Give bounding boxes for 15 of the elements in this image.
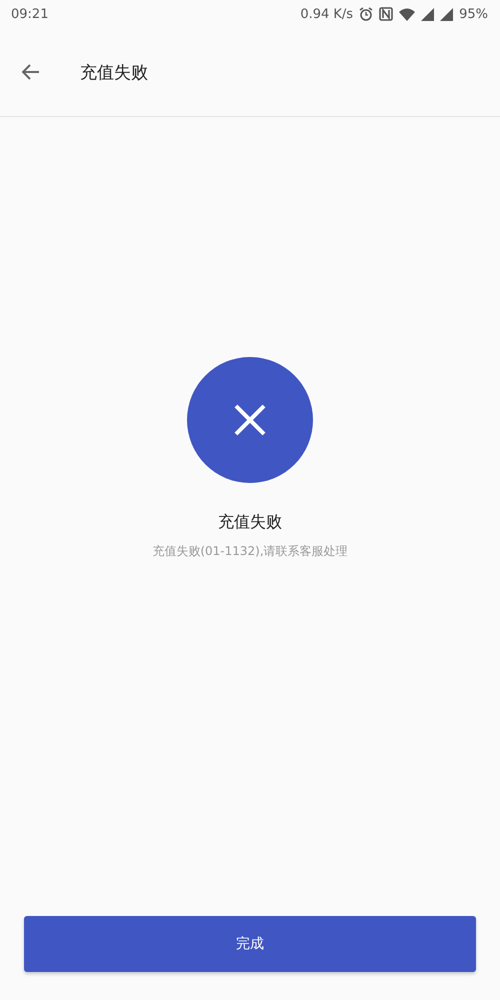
back-arrow-icon bbox=[22, 64, 40, 80]
wifi-icon bbox=[399, 8, 416, 20]
signal-icon bbox=[440, 8, 454, 20]
result-title: 充值失败 bbox=[218, 512, 282, 533]
page-title: 充值失败 bbox=[80, 62, 148, 84]
done-button[interactable]: 完成 bbox=[24, 916, 476, 972]
battery-level: 95% bbox=[459, 6, 488, 22]
failure-icon bbox=[187, 357, 313, 483]
alarm-icon bbox=[359, 7, 374, 21]
back-button[interactable] bbox=[21, 62, 41, 82]
nfc-icon bbox=[379, 7, 394, 21]
status-time: 09:21 bbox=[11, 6, 48, 22]
network-speed: 0.94 K/s bbox=[300, 6, 354, 22]
signal-icon bbox=[421, 8, 434, 20]
result-message: 充值失败(01-1132),请联系客服处理 bbox=[152, 543, 348, 560]
